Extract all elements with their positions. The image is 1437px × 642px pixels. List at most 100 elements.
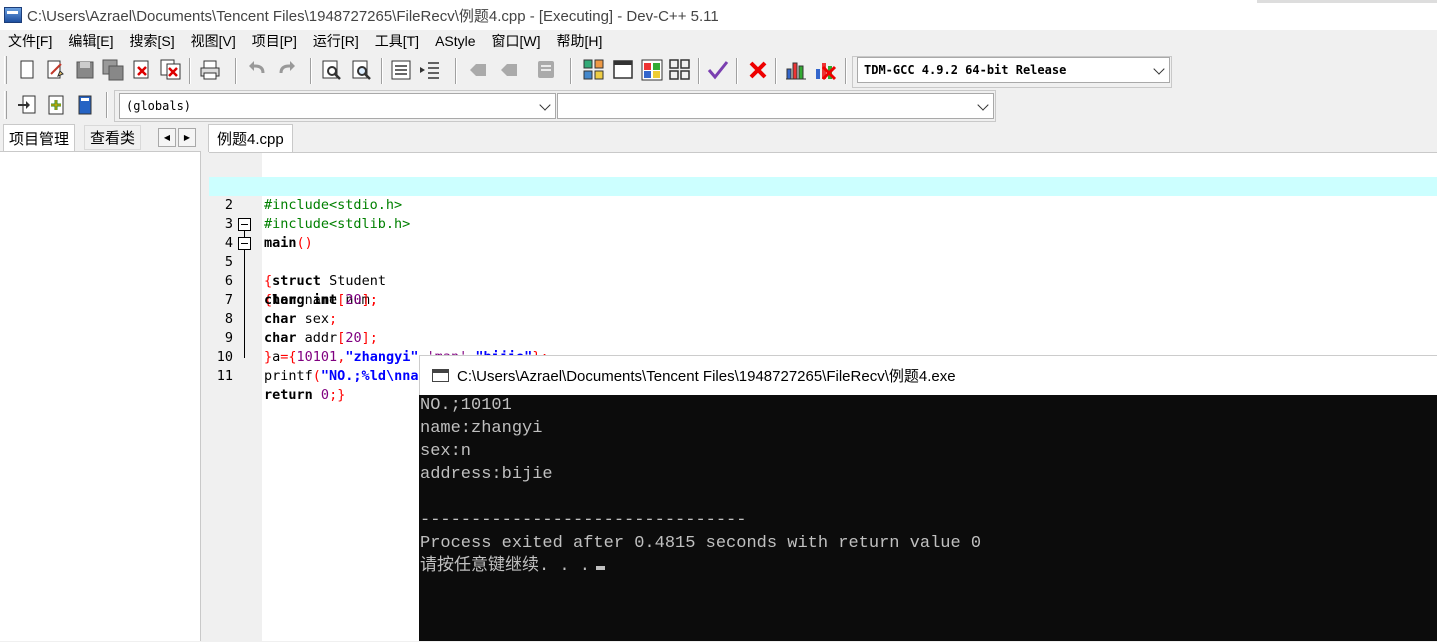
save-icon [76, 61, 94, 79]
run-icon [613, 60, 633, 79]
project-panel-tabs: 项目管理 查看类 ◀ ▶ [0, 124, 201, 151]
code-line: 6 char name[20]; [209, 253, 1437, 308]
tab-editor-file[interactable]: 例题4.cpp [208, 124, 293, 152]
toolbar-separator [310, 58, 312, 84]
close-all-button[interactable] [159, 58, 183, 82]
rebuild-all-button[interactable] [668, 58, 692, 82]
menu-view[interactable]: 视图[V] [183, 31, 244, 51]
find-icon [322, 60, 341, 80]
menu-astyle[interactable]: AStyle [427, 33, 483, 49]
toolbar-separator [845, 58, 847, 84]
code-line-highlighted: 2 #include<stdlib.h> [209, 177, 1437, 232]
class-select-value: (globals) [126, 99, 192, 113]
redo-button[interactable] [275, 58, 299, 82]
close-file-button[interactable] [130, 58, 154, 82]
find-button[interactable] [320, 58, 344, 82]
toolbar-separator [189, 58, 191, 84]
member-select[interactable] [557, 93, 994, 119]
class-select[interactable]: (globals) [119, 93, 556, 119]
syntax-check-button[interactable] [706, 58, 730, 82]
console-line: Process exited after 0.4815 seconds with… [420, 534, 982, 553]
code-text: return 0;} [264, 387, 346, 403]
indent-button[interactable] [418, 58, 442, 82]
run-button[interactable] [611, 58, 635, 82]
comment-icon [538, 61, 554, 78]
compile-run-button[interactable] [640, 58, 664, 82]
compile-button[interactable] [582, 58, 606, 82]
toggle-comment-button[interactable] [534, 58, 558, 82]
console-title-bar[interactable]: C:\Users\Azrael\Documents\Tencent Files\… [419, 355, 1437, 395]
menu-bar: 文件[F] 编辑[E] 搜索[S] 视图[V] 项目[P] 运行[R] 工具[T… [0, 30, 1437, 52]
save-all-button[interactable] [101, 58, 125, 82]
menu-edit[interactable]: 编辑[E] [60, 31, 121, 51]
bookmark-forward-icon [501, 64, 517, 76]
fold-collapse-icon[interactable] [238, 218, 251, 231]
compiler-select[interactable]: TDM-GCC 4.9.2 64-bit Release [857, 57, 1170, 83]
console-title: C:\Users\Azrael\Documents\Tencent Files\… [457, 368, 956, 385]
new-file-icon [20, 60, 34, 79]
console-line: NO.;10101 [420, 396, 512, 415]
goto-bookmark-button[interactable] [497, 58, 521, 82]
chevron-down-icon[interactable] [1153, 63, 1165, 75]
print-icon [200, 60, 220, 80]
chevron-down-icon[interactable] [539, 99, 551, 111]
console-output[interactable]: NO.;10101 name:zhangyi sex:n address:bij… [419, 395, 1437, 641]
goto-line-button[interactable] [389, 58, 413, 82]
new-file-button[interactable] [15, 58, 39, 82]
bookmark-back-icon [470, 64, 486, 76]
compile-run-icon [641, 59, 663, 81]
toolbar-grip [4, 91, 7, 119]
stop-icon [749, 61, 767, 79]
menu-tools[interactable]: 工具[T] [367, 31, 427, 51]
stop-execution-button[interactable] [746, 58, 770, 82]
code-line: 5 {long int num; [209, 234, 1437, 308]
toolbar-separator [381, 58, 383, 84]
new-project-item-button[interactable] [44, 93, 68, 117]
project-options-button[interactable] [73, 93, 97, 117]
tab-scroll-left-icon[interactable]: ◀ [158, 128, 176, 147]
chart-icon [786, 62, 806, 80]
menu-run[interactable]: 运行[R] [305, 31, 367, 51]
undo-icon [249, 61, 265, 74]
text-cursor [596, 566, 606, 570]
open-file-button[interactable] [43, 58, 67, 82]
insert-icon [18, 95, 36, 114]
console-separator-line: -------------------------------- [420, 511, 747, 530]
profile-button[interactable] [784, 58, 808, 82]
save-all-icon [102, 59, 124, 81]
console-window[interactable]: C:\Users\Azrael\Documents\Tencent Files\… [419, 355, 1437, 641]
project-icon [78, 95, 92, 115]
menu-window[interactable]: 窗口[W] [484, 31, 549, 51]
code-line: 4 {struct Student [209, 215, 1437, 289]
chevron-down-icon[interactable] [977, 99, 989, 111]
toolbar-separator [698, 58, 700, 84]
toggle-bookmark-button[interactable] [466, 58, 490, 82]
insert-button[interactable] [15, 93, 39, 117]
menu-file[interactable]: 文件[F] [0, 31, 60, 51]
print-button[interactable] [198, 58, 222, 82]
fold-collapse-icon[interactable] [238, 237, 251, 250]
project-tree[interactable] [0, 151, 201, 641]
line-number: 11 [216, 368, 233, 384]
code-line: 8 char addr[20]; [209, 291, 1437, 346]
delete-profile-button[interactable] [813, 58, 837, 82]
toolbar-separator [455, 58, 457, 84]
menu-search[interactable]: 搜索[S] [121, 31, 182, 51]
console-prompt-line: 请按任意键继续. . . [420, 555, 606, 578]
menu-project[interactable]: 项目[P] [244, 31, 305, 51]
compile-icon [583, 59, 604, 80]
undo-button[interactable] [245, 58, 269, 82]
toolbar-separator [736, 58, 738, 84]
save-button[interactable] [73, 58, 97, 82]
toolbar-separator [775, 58, 777, 84]
secondary-toolbar: (globals) [0, 89, 1437, 122]
rebuild-icon [669, 59, 690, 80]
tab-project[interactable]: 项目管理 [3, 124, 76, 151]
toolbar-separator [570, 58, 572, 84]
menu-help[interactable]: 帮助[H] [549, 31, 611, 51]
replace-icon [352, 60, 371, 80]
tab-scroll-right-icon[interactable]: ▶ [178, 128, 196, 147]
tab-classes[interactable]: 查看类 [84, 125, 142, 150]
replace-button[interactable] [350, 58, 374, 82]
code-line: 7 char sex; [209, 272, 1437, 327]
